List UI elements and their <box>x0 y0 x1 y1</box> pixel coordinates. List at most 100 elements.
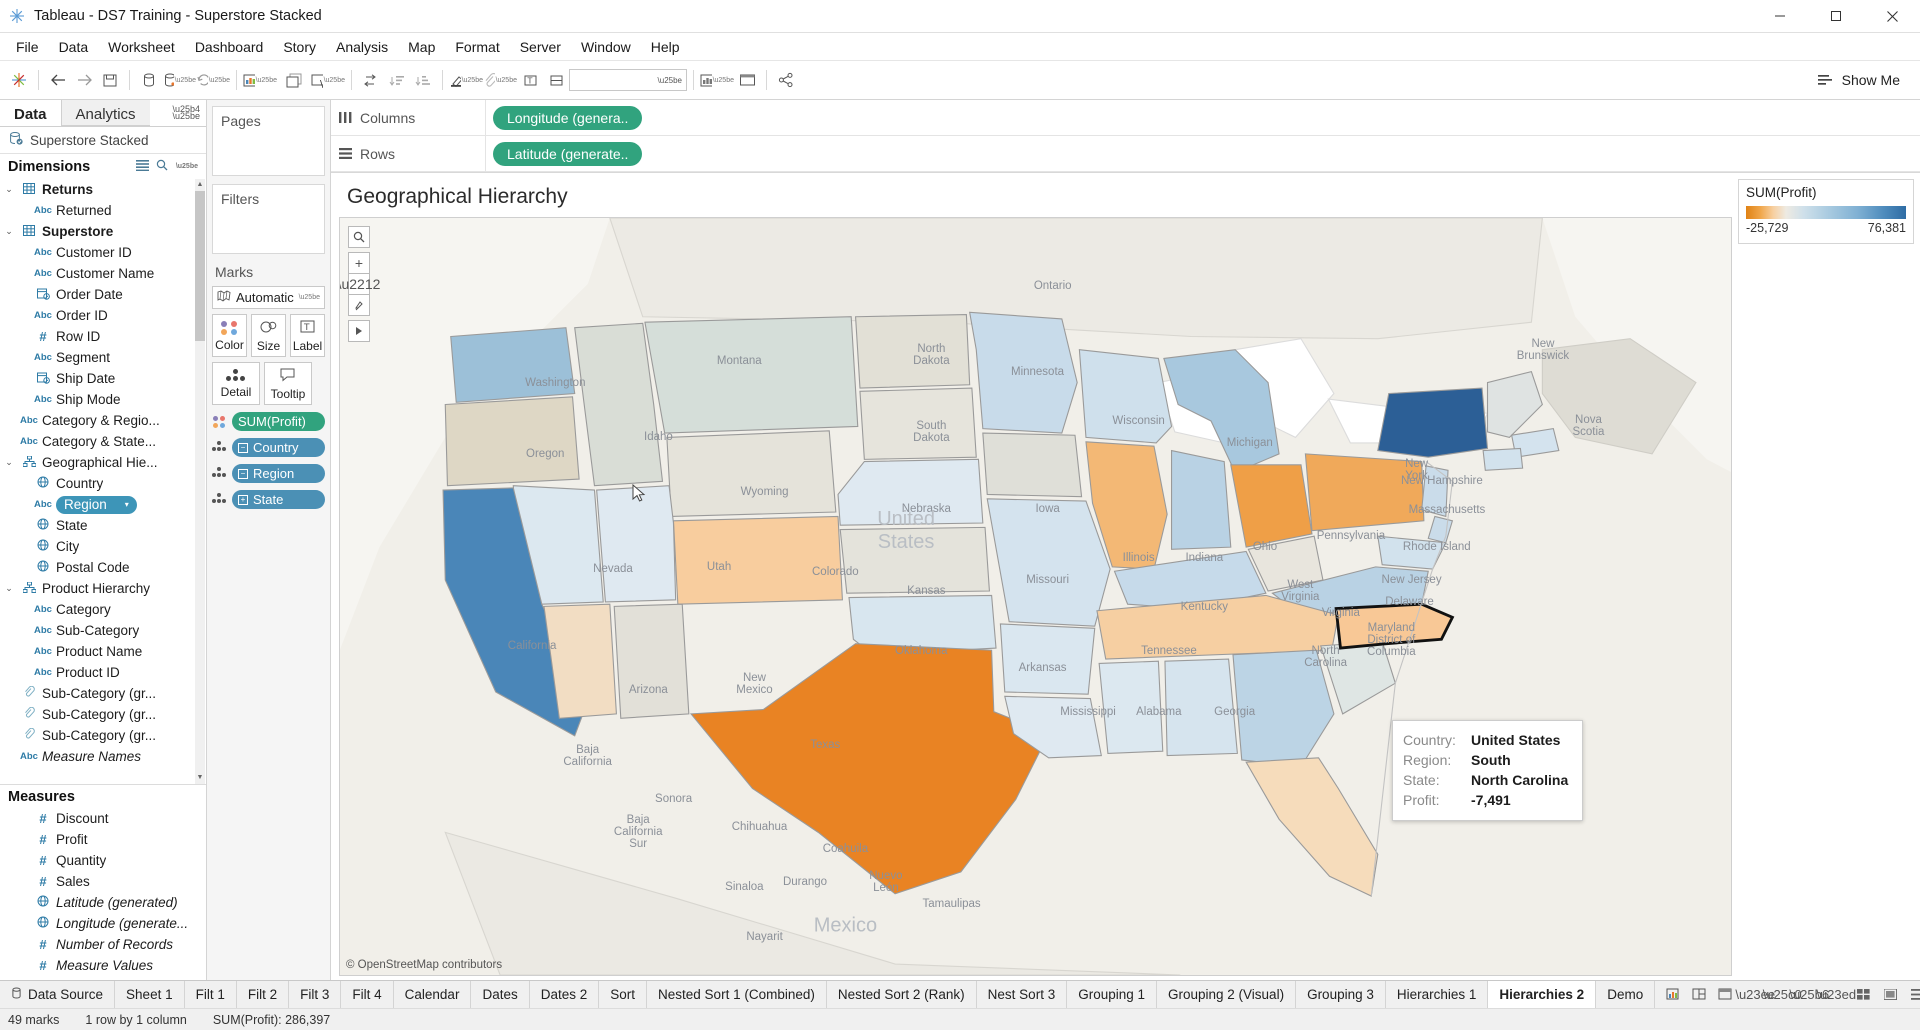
columns-dropzone[interactable]: Longitude (genera.. <box>486 106 1920 130</box>
measure-item-profit[interactable]: #Profit <box>0 829 206 850</box>
dimension-item-geographical-hie[interactable]: ⌄Geographical Hie... <box>0 452 206 473</box>
color-button[interactable]: Color <box>212 314 247 357</box>
pane-resize-icon[interactable]: \u25b4\u25be <box>172 106 200 120</box>
clear-sheet-icon[interactable]: \u2715 \u25be <box>311 67 345 93</box>
refresh-data-icon[interactable]: \u25be <box>196 67 230 93</box>
sort-ascending-icon[interactable] <box>384 67 410 93</box>
back-icon[interactable] <box>45 67 71 93</box>
map-canvas[interactable]: OntarioWashingtonMontanaNorthDakotaOrego… <box>339 217 1732 976</box>
fix-axis-icon[interactable] <box>543 67 569 93</box>
tab-filt-2[interactable]: Filt 2 <box>237 981 289 1008</box>
dimension-item-row-id[interactable]: #Row ID <box>0 326 206 347</box>
new-worksheet-button[interactable] <box>1661 984 1685 1006</box>
dimension-item-country[interactable]: Country <box>0 473 206 494</box>
tab-calendar[interactable]: Calendar <box>394 981 472 1008</box>
dimension-item-order-date[interactable]: Order Date <box>0 284 206 305</box>
dimension-item-customer-id[interactable]: AbcCustomer ID <box>0 242 206 263</box>
minimize-button[interactable] <box>1752 0 1808 33</box>
measures-list[interactable]: #Discount#Profit#Quantity#SalesLatitude … <box>0 808 206 980</box>
tab-data-source[interactable]: Data Source <box>0 981 115 1008</box>
filters-card[interactable]: Filters <box>212 184 325 254</box>
fit-size-icon[interactable]: \u25be <box>700 67 734 93</box>
tab-grouping-2-visual[interactable]: Grouping 2 (Visual) <box>1157 981 1296 1008</box>
mark-pill-country[interactable]: − Country <box>232 438 325 457</box>
map-expand-icon[interactable] <box>348 320 370 342</box>
label-button[interactable]: T Label <box>290 314 325 357</box>
tab-filt-3[interactable]: Filt 3 <box>289 981 341 1008</box>
dimension-item-ship-date[interactable]: Ship Date <box>0 368 206 389</box>
tooltip-button[interactable]: Tooltip <box>264 362 312 405</box>
menu-story[interactable]: Story <box>273 36 326 58</box>
tab-nested-sort-2-rank[interactable]: Nested Sort 2 (Rank) <box>827 981 977 1008</box>
rows-pill-latitude[interactable]: Latitude (generate.. <box>493 142 642 166</box>
close-button[interactable] <box>1864 0 1920 33</box>
scrollbar-thumb[interactable] <box>195 191 205 341</box>
expand-icon[interactable]: + <box>238 495 248 505</box>
dimension-item-customer-name[interactable]: AbcCustomer Name <box>0 263 206 284</box>
highlighter-icon[interactable]: \u25be <box>449 67 483 93</box>
dimension-item-measure-names[interactable]: AbcMeasure Names <box>0 746 206 767</box>
rows-shelf[interactable]: Rows Latitude (generate.. <box>331 136 1920 172</box>
scroll-down-icon[interactable]: ▼ <box>195 772 205 784</box>
group-by-folder-icon[interactable] <box>136 159 149 175</box>
tab-grouping-1[interactable]: Grouping 1 <box>1067 981 1157 1008</box>
dimension-item-product-hierarchy[interactable]: ⌄Product Hierarchy <box>0 578 206 599</box>
chevron-down-icon[interactable]: \u25be <box>176 163 198 170</box>
mark-pill-row-state[interactable]: + State <box>212 490 325 509</box>
tab-dates-2[interactable]: Dates 2 <box>530 981 600 1008</box>
dimension-item-ship-mode[interactable]: AbcShip Mode <box>0 389 206 410</box>
fit-dropdown[interactable]: \u25be <box>569 69 687 91</box>
new-story-button[interactable] <box>1713 984 1737 1006</box>
measure-item-longitude-generate[interactable]: Longitude (generate... <box>0 913 206 934</box>
new-data-source-icon[interactable] <box>136 67 162 93</box>
dimension-item-state[interactable]: State <box>0 515 206 536</box>
menu-server[interactable]: Server <box>510 36 571 58</box>
new-dashboard-button[interactable] <box>1687 984 1711 1006</box>
attach-icon[interactable]: \u25be <box>483 67 517 93</box>
dimension-item-postal-code[interactable]: Postal Code <box>0 557 206 578</box>
menu-help[interactable]: Help <box>641 36 690 58</box>
mark-type-dropdown[interactable]: Automatic \u25be <box>212 286 325 309</box>
chevron-down-icon[interactable]: ▾ <box>125 500 129 509</box>
detail-button[interactable]: Detail <box>212 362 260 405</box>
maximize-button[interactable] <box>1808 0 1864 33</box>
tableau-home-icon[interactable] <box>6 67 32 93</box>
fit-label-icon[interactable]: T <box>517 67 543 93</box>
expander-icon[interactable]: ⌄ <box>2 226 16 237</box>
dimensions-list[interactable]: ⌄ReturnsAbcReturned⌄SuperstoreAbcCustome… <box>0 179 206 784</box>
map-search-icon[interactable] <box>348 226 370 248</box>
connect-data-icon[interactable]: \u25be <box>162 67 196 93</box>
menu-map[interactable]: Map <box>398 36 445 58</box>
dimensions-scrollbar[interactable]: ▲▼ <box>195 179 205 784</box>
dimension-item-category[interactable]: AbcCategory <box>0 599 206 620</box>
duplicate-sheet-icon[interactable] <box>277 67 311 93</box>
menu-worksheet[interactable]: Worksheet <box>98 36 185 58</box>
filmstrip-button[interactable] <box>1878 984 1902 1006</box>
last-tab-button[interactable]: \u23ed <box>1824 984 1848 1006</box>
measure-item-measure-values[interactable]: #Measure Values <box>0 955 206 976</box>
mark-pill-region[interactable]: − Region <box>232 464 325 483</box>
pages-dropzone[interactable] <box>213 133 324 175</box>
dimension-item-sub-category[interactable]: AbcSub-Category <box>0 620 206 641</box>
tab-filt-4[interactable]: Filt 4 <box>341 981 393 1008</box>
dimension-item-sub-category-gr[interactable]: Sub-Category (gr... <box>0 704 206 725</box>
mark-pill-row-profit[interactable]: SUM(Profit) <box>212 412 325 431</box>
measure-item-sales[interactable]: #Sales <box>0 871 206 892</box>
dimension-item-superstore[interactable]: ⌄Superstore <box>0 221 206 242</box>
tab-demo[interactable]: Demo <box>1596 981 1655 1008</box>
share-icon[interactable] <box>773 67 799 93</box>
dimension-item-order-id[interactable]: AbcOrder ID <box>0 305 206 326</box>
swap-rows-columns-icon[interactable] <box>358 67 384 93</box>
dimension-item-category-state[interactable]: AbcCategory & State... <box>0 431 206 452</box>
dimension-item-city[interactable]: City <box>0 536 206 557</box>
tab-analytics[interactable]: Analytics <box>61 100 150 126</box>
tab-hierarchies-1[interactable]: Hierarchies 1 <box>1386 981 1489 1008</box>
expander-icon[interactable]: ⌄ <box>2 184 16 195</box>
dimension-item-sub-category-gr[interactable]: Sub-Category (gr... <box>0 725 206 746</box>
filters-dropzone[interactable] <box>213 211 324 253</box>
expander-icon[interactable]: ⌄ <box>2 457 16 468</box>
collapse-icon[interactable]: − <box>238 443 248 453</box>
pin-map-icon[interactable] <box>348 294 370 316</box>
zoom-out-icon[interactable]: \u2212 <box>348 273 370 295</box>
save-icon[interactable] <box>97 67 123 93</box>
